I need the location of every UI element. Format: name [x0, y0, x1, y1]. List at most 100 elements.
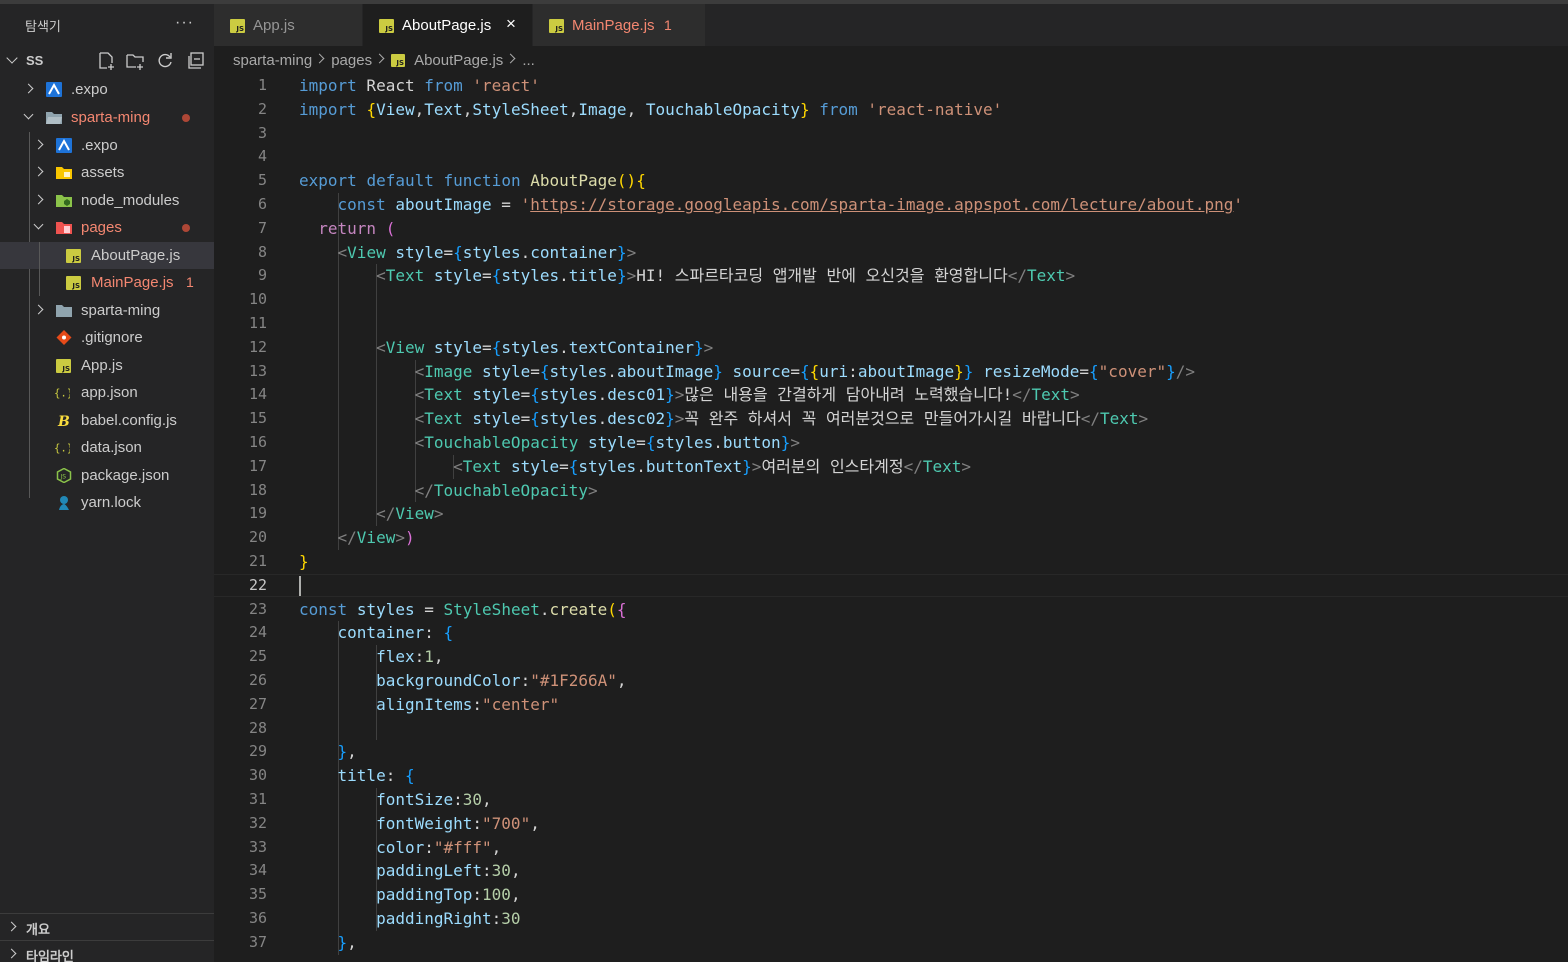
tree-item-gitignore[interactable]: .gitignore: [0, 324, 214, 351]
code-token: create: [549, 599, 608, 619]
code-line: <Image style={styles.aboutImage} source=…: [299, 360, 1195, 384]
tab-aboutpage-js[interactable]: JS AboutPage.js ×: [363, 4, 532, 46]
code-token: StyleSheet: [472, 99, 569, 119]
line-number: 36: [248, 909, 267, 927]
code-token: :: [424, 837, 434, 857]
code-token: styles: [356, 599, 415, 619]
outline-panel-header[interactable]: 개요: [0, 914, 214, 940]
code-token: aboutImage: [857, 361, 955, 381]
line-number: 22: [248, 575, 267, 594]
code-token: =: [530, 361, 540, 381]
tree-item-label: .expo: [71, 81, 108, 98]
tab-app-js[interactable]: JS App.js: [214, 4, 362, 46]
tree-item-app-json[interactable]: {.} app.json: [0, 379, 214, 406]
more-actions-icon[interactable]: ···: [175, 14, 194, 32]
code-token: =: [636, 433, 646, 452]
breadcrumb-item[interactable]: pages: [331, 52, 372, 69]
problem-count-badge: 1: [186, 274, 194, 290]
code-token: styles: [539, 409, 598, 429]
chevron-right-icon: [6, 921, 17, 932]
tree-item-sparta-ming[interactable]: sparta-ming: [0, 104, 214, 131]
tree-item-node-modules[interactable]: node_modules: [0, 187, 214, 214]
code-token: (: [385, 218, 396, 238]
code-token: .: [597, 385, 608, 405]
node-modules-folder-icon: [56, 195, 72, 207]
code-token: {: [799, 361, 810, 381]
refresh-icon[interactable]: [155, 51, 175, 71]
code-token: StyleSheet: [443, 599, 540, 619]
tree-item-expo[interactable]: .expo: [0, 132, 214, 159]
code-token: 30: [501, 909, 521, 928]
tab-mainpage-js[interactable]: JS MainPage.js 1: [533, 4, 705, 46]
panel-label: 타임라인: [26, 949, 74, 962]
tree-item-assets[interactable]: assets: [0, 159, 214, 186]
tree-item-aboutpage[interactable]: JS AboutPage.js: [0, 242, 214, 269]
code-token: ,: [510, 885, 521, 905]
code-token: }: [963, 361, 974, 381]
code-token: Text: [424, 409, 463, 429]
tree-item-expo-root[interactable]: .expo: [0, 76, 214, 103]
tab-label: MainPage.js: [572, 17, 655, 34]
workspace-root[interactable]: SS: [0, 50, 214, 72]
line-number: 11: [248, 314, 267, 332]
code-token: Image: [424, 361, 473, 381]
tree-item-babel-config[interactable]: B babel.config.js: [0, 407, 214, 434]
code-token: <: [337, 242, 348, 262]
line-number: 18: [248, 480, 267, 499]
tree-item-mainpage[interactable]: JS MainPage.js 1: [0, 269, 214, 296]
tree-item-yarn-lock[interactable]: yarn.lock: [0, 489, 214, 516]
code-editor[interactable]: 1 import React from 'react' 2 import {View,…: [214, 74, 1568, 962]
breadcrumb-item[interactable]: AboutPage.js: [414, 52, 503, 69]
js-file-icon: JS: [230, 19, 245, 33]
tree-item-app-js[interactable]: JS App.js: [0, 352, 214, 379]
close-icon[interactable]: ×: [506, 14, 516, 34]
js-file-icon: JS: [66, 249, 81, 263]
code-token: aboutImage: [395, 195, 492, 214]
tree-item-label: .gitignore: [81, 329, 143, 346]
code-line: const aboutImage = 'https://storage.goog…: [299, 193, 1244, 217]
js-file-icon: JS: [391, 53, 406, 67]
code-line: </View>: [299, 502, 443, 526]
code-token: <: [453, 456, 463, 476]
code-token: }: [616, 242, 627, 262]
line-number: 7: [257, 218, 267, 237]
tree-item-package-json[interactable]: JS package.json: [0, 462, 214, 489]
new-file-icon[interactable]: [96, 51, 116, 71]
code-token: styles: [578, 456, 637, 476]
code-token: </: [903, 456, 923, 476]
tree-item-sparta-ming-sub[interactable]: sparta-ming: [0, 297, 214, 324]
code-token: :: [482, 861, 492, 881]
code-token: =: [491, 195, 521, 214]
collapse-all-icon[interactable]: [186, 51, 206, 71]
timeline-panel-header[interactable]: 타임라인: [0, 941, 214, 962]
code-token: >: [703, 337, 714, 357]
breadcrumb-item[interactable]: ...: [522, 52, 535, 69]
code-token: </: [1080, 409, 1100, 429]
code-token: style: [588, 433, 637, 452]
tree-item-pages[interactable]: pages: [0, 214, 214, 241]
new-folder-icon[interactable]: [125, 51, 145, 71]
code-token: Image: [578, 99, 627, 119]
code-token: "cover": [1098, 361, 1167, 381]
editor-tab-bar: JS App.js JS AboutPage.js × JS MainPage.…: [214, 4, 1568, 46]
code-line: fontWeight:"700",: [299, 812, 540, 836]
code-token: styles: [462, 242, 521, 262]
code-token: paddingTop: [376, 885, 473, 905]
code-token: :: [848, 361, 858, 381]
line-number: 3: [257, 123, 267, 142]
chevron-down-icon: [23, 109, 34, 120]
code-token: 꼭 완주 하셔서 꼭 여러분것으로 만들어가시길 바랍니다: [684, 409, 1081, 429]
code-token: 1: [424, 647, 434, 667]
tree-item-data-json[interactable]: {.} data.json: [0, 434, 214, 461]
code-token: function: [443, 171, 521, 191]
code-token: }: [954, 361, 964, 381]
breadcrumb-item[interactable]: sparta-ming: [233, 52, 312, 69]
